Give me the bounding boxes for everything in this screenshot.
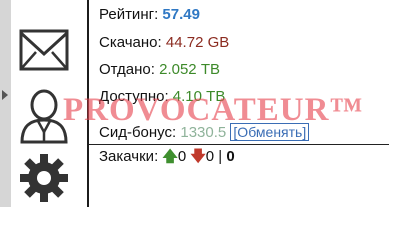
total-count: 0 (226, 148, 235, 165)
bonus-label: Сид-бонус: (99, 124, 177, 141)
downloaded-row: Скачано: 44.72 GB (99, 33, 229, 53)
rating-value: 57.49 (162, 6, 200, 23)
up-count: 0 (177, 148, 187, 165)
arrow-down-icon: 🡇 (190, 148, 206, 165)
uploaded-value: 2.052 TB (159, 61, 220, 78)
rating-label: Рейтинг: (99, 6, 159, 23)
uploaded-row: Отдано: 2.052 TB (99, 60, 220, 80)
down-count: 0 (205, 148, 215, 165)
envelope-icon[interactable] (18, 28, 70, 72)
expand-arrow-icon[interactable] (2, 90, 8, 100)
sidebar-divider (87, 0, 89, 207)
available-value: 4.10 TB (172, 88, 226, 105)
user-icon[interactable] (18, 88, 70, 144)
sidebar-collapse-strip[interactable] (0, 0, 11, 207)
bonus-divider (89, 144, 389, 145)
gear-icon[interactable] (18, 152, 70, 204)
exchange-bonus-link[interactable]: [Обменять] (230, 123, 310, 141)
bonus-row: Сид-бонус: 1330.5 [Обменять] (99, 122, 310, 143)
downloads-label: Закачки: (99, 148, 159, 165)
downloaded-value: 44.72 GB (165, 34, 230, 51)
uploaded-label: Отдано: (99, 61, 155, 78)
arrow-up-icon: 🡅 (162, 148, 178, 165)
downloads-row: Закачки: 🡅0 🡇0 | 0 (99, 147, 235, 167)
bonus-value: 1330.5 (180, 124, 227, 141)
downloaded-label: Скачано: (99, 34, 162, 51)
sidebar (0, 0, 86, 207)
rating-row: Рейтинг: 57.49 (99, 5, 200, 25)
available-row: Доступно: 4.10 TB (99, 87, 225, 107)
count-separator: | (218, 148, 223, 165)
available-label: Доступно: (99, 88, 169, 105)
